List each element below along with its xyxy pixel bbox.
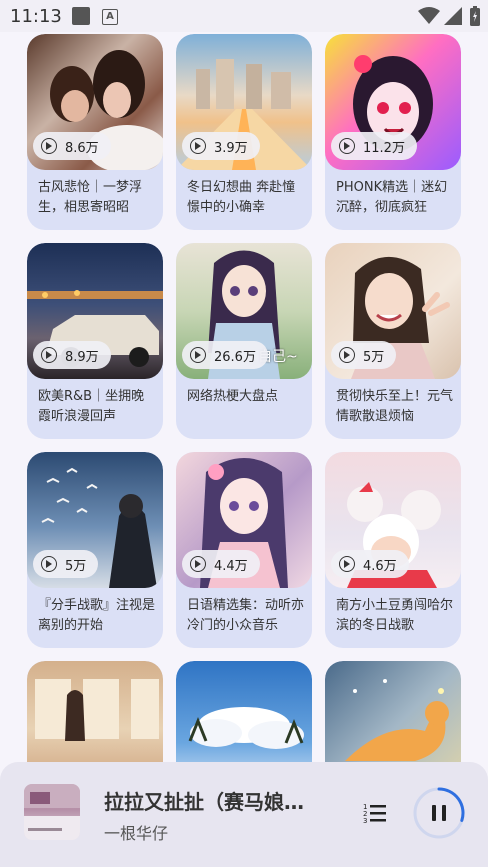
playlist-grid: 8.6万 古风悲怆｜一梦浮生，相思寄昭昭 3.9万 冬日幻想曲 奔赴憧憬中的小确… [27,32,463,762]
playlist-cover [27,661,163,762]
play-count-badge: 4.4万 [182,550,260,578]
play-circle-icon [339,347,355,363]
now-playing-cover[interactable] [24,784,80,840]
playlist-title: 『分手战歌』注视是离别的开始 [38,598,156,633]
playlist-card[interactable]: 5万 贯彻快乐至上！元气情歌散退烦恼 [325,243,461,439]
playlist-card[interactable]: 4.6万 南方小土豆勇闯哈尔滨的冬日战歌 [325,452,461,648]
pause-button[interactable] [413,787,465,839]
playlist-cover [325,661,461,762]
playlist-queue-icon[interactable]: 1 2 3 [362,802,386,824]
playlist-title: 贯彻快乐至上！元气情歌散退烦恼 [336,389,454,424]
play-count-badge: 4.6万 [331,550,409,578]
playlist-card[interactable]: 8.9万 欧美R&B｜坐拥晚霞听浪漫回声 [27,243,163,439]
playlist-title: 网络热梗大盘点 [187,389,279,404]
playlist-card[interactable] [176,661,312,762]
play-count-badge: 11.2万 [331,132,417,160]
battery-icon [470,6,480,26]
play-count-badge: 26.6万 [182,341,268,369]
playlist-title: 日语精选集：动听亦冷门的小众音乐 [187,598,305,633]
play-circle-icon [41,347,57,363]
playlist-card[interactable] [27,661,163,762]
playlist-title: 南方小土豆勇闯哈尔滨的冬日战歌 [336,598,454,633]
svg-text:3: 3 [363,817,367,824]
playlist-card[interactable]: 8.6万 古风悲怆｜一梦浮生，相思寄昭昭 [27,34,163,230]
notification-a-icon: A [102,9,118,25]
playlist-card[interactable]: 5万 『分手战歌』注视是离别的开始 [27,452,163,648]
now-playing-artist: 一根华仔 [104,824,169,843]
pause-icon [432,805,436,821]
playlist-title: 古风悲怆｜一梦浮生，相思寄昭昭 [38,180,143,215]
play-circle-icon [190,556,206,572]
play-circle-icon [190,347,206,363]
playlist-card[interactable]: 4.4万 日语精选集：动听亦冷门的小众音乐 [176,452,312,648]
playlist-cover [176,661,312,762]
playlist-card[interactable] [325,661,461,762]
playlist-card[interactable]: 自己~ 26.6万 网络热梗大盘点 [176,243,312,439]
play-count-badge: 8.6万 [33,132,111,160]
status-bar: 11:13 A [0,0,488,32]
playlist-title: PHONK精选｜迷幻沉醉，彻底疯狂 [336,180,448,215]
play-circle-icon [339,556,355,572]
playlist-title: 欧美R&B｜坐拥晚霞听浪漫回声 [38,389,145,424]
play-circle-icon [41,556,57,572]
playlist-card[interactable]: 3.9万 冬日幻想曲 奔赴憧憬中的小确幸 [176,34,312,230]
cellular-signal-icon [444,7,462,25]
play-count-badge: 8.9万 [33,341,111,369]
play-count-badge: 5万 [33,550,99,578]
play-circle-icon [339,138,355,154]
play-count-badge: 5万 [331,341,397,369]
play-count-badge: 3.9万 [182,132,260,160]
playlist-title: 冬日幻想曲 奔赴憧憬中的小确幸 [187,180,296,215]
status-time: 11:13 [10,6,62,27]
wifi-icon [418,7,440,24]
playlist-card[interactable]: 11.2万 PHONK精选｜迷幻沉醉，彻底疯狂 [325,34,461,230]
notification-square-icon [72,7,90,25]
mini-player[interactable]: 拉拉又扯扯（赛马娘… 一根华仔 1 2 3 [0,762,488,867]
now-playing-title[interactable]: 拉拉又扯扯（赛马娘… [104,786,329,815]
play-circle-icon [41,138,57,154]
play-circle-icon [190,138,206,154]
